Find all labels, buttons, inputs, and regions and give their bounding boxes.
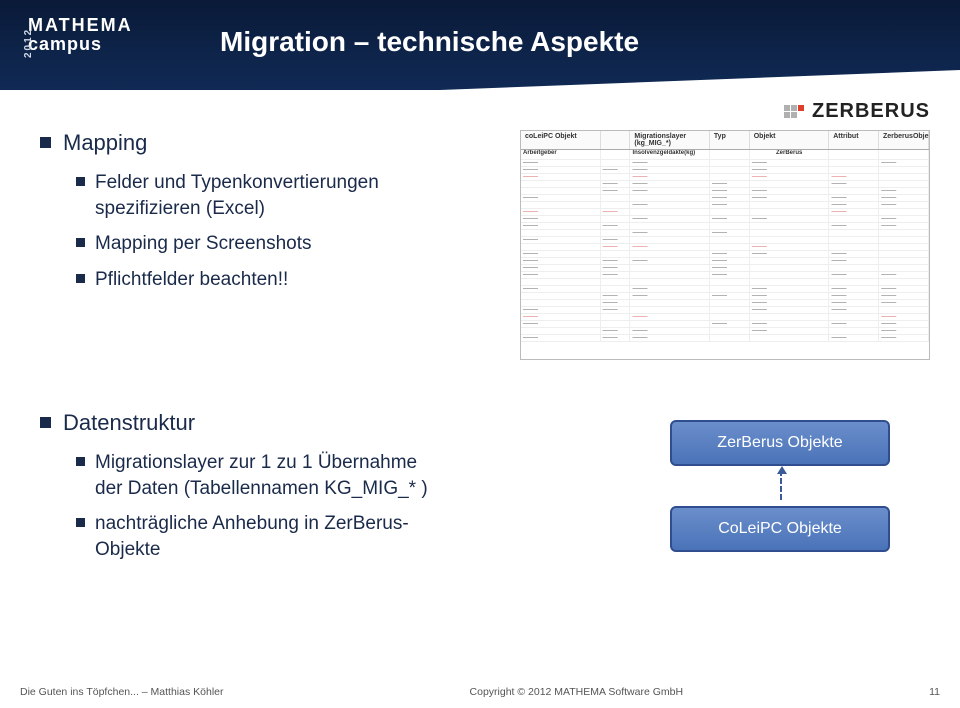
bullet-datastructure-item: nachträgliche Anhebung in ZerBerus-Objek… bbox=[76, 511, 436, 562]
excel-row: ———————————— bbox=[521, 167, 929, 174]
square-bullet-icon bbox=[40, 137, 51, 148]
bullet-text: Felder und Typenkonvertierungen spezifiz… bbox=[95, 170, 436, 221]
excel-row: ——————————————— bbox=[521, 216, 929, 223]
diagram-box-label: CoLeiPC Objekte bbox=[718, 520, 842, 537]
excel-row: ———————————— bbox=[521, 174, 929, 181]
diagram-box-zerberus: ZerBerus Objekte bbox=[670, 420, 890, 466]
bullet-text: Mapping per Screenshots bbox=[95, 231, 312, 257]
square-bullet-icon bbox=[76, 177, 85, 186]
excel-cell: ZerBerus bbox=[750, 150, 830, 159]
excel-row: ————————— bbox=[521, 244, 929, 251]
bullet-mapping-item: Felder und Typenkonvertierungen spezifiz… bbox=[76, 170, 436, 221]
excel-row: ——————————————— bbox=[521, 286, 929, 293]
diagram: ZerBerus Objekte CoLeiPC Objekte bbox=[670, 420, 890, 592]
excel-row: —————— bbox=[521, 237, 929, 244]
excel-row: ————————— bbox=[521, 314, 929, 321]
bullet-mapping-label: Mapping bbox=[63, 130, 147, 156]
excel-row: —————— bbox=[521, 230, 929, 237]
excel-col-header: ZerberusObjekte bbox=[879, 131, 929, 149]
slide-title: Migration – technische Aspekte bbox=[220, 26, 639, 58]
diagram-box-coleipc: CoLeiPC Objekte bbox=[670, 506, 890, 552]
bullet-mapping-item: Pflichtfelder beachten!! bbox=[76, 267, 436, 293]
excel-row: —————————————————— bbox=[521, 293, 929, 300]
footer-center: Copyright © 2012 MATHEMA Software GmbH bbox=[470, 686, 684, 698]
excel-row: ——————————————— bbox=[521, 321, 929, 328]
bullet-text: Pflichtfelder beachten!! bbox=[95, 267, 288, 293]
square-bullet-icon bbox=[76, 457, 85, 466]
excel-row: ——————————————— bbox=[521, 188, 929, 195]
square-bullet-icon bbox=[76, 518, 85, 527]
logo-line2: campus bbox=[28, 35, 133, 54]
brand: ZERBERUS bbox=[784, 100, 930, 123]
square-bullet-icon bbox=[76, 274, 85, 283]
excel-col-header: Typ bbox=[710, 131, 750, 149]
logo: 2012 MATHEMA campus bbox=[28, 16, 133, 54]
excel-col-header: Objekt bbox=[750, 131, 830, 149]
bullet-datastructure-item: Migrationslayer zur 1 zu 1 Übernahme der… bbox=[76, 450, 436, 501]
excel-col-header: Migrationslayer (kg_MIG_*) bbox=[630, 131, 710, 149]
bullet-text: Migrationslayer zur 1 zu 1 Übernahme der… bbox=[95, 450, 436, 501]
logo-year: 2012 bbox=[24, 28, 35, 58]
excel-row: ——————————————— bbox=[521, 272, 929, 279]
excel-row: ———————————— bbox=[521, 181, 929, 188]
excel-row: ———————————— bbox=[521, 300, 929, 307]
footer-left: Die Guten ins Töpfchen... – Matthias Köh… bbox=[20, 686, 224, 698]
square-bullet-icon bbox=[40, 417, 51, 428]
dashed-arrow-up-icon bbox=[780, 470, 782, 500]
excel-cell: Arbeitgeber bbox=[521, 150, 601, 159]
excel-row bbox=[521, 279, 929, 286]
excel-row: ———————————— bbox=[521, 223, 929, 230]
footer-page: 11 bbox=[929, 686, 940, 698]
excel-screenshot: coLeiPC Objekt Migrationslayer (kg_MIG_*… bbox=[520, 130, 930, 360]
bullet-datastructure-label: Datenstruktur bbox=[63, 410, 195, 436]
excel-row: ——————————————— bbox=[521, 195, 929, 202]
excel-col-header: coLeiPC Objekt bbox=[521, 131, 601, 149]
brand-text: ZERBERUS bbox=[812, 100, 930, 123]
footer: Die Guten ins Töpfchen... – Matthias Köh… bbox=[20, 686, 940, 698]
excel-row: ———————————— bbox=[521, 307, 929, 314]
excel-row: ———————————— bbox=[521, 328, 929, 335]
bullet-mapping-item: Mapping per Screenshots bbox=[76, 231, 436, 257]
diagram-box-label: ZerBerus Objekte bbox=[717, 434, 842, 451]
excel-row: ———————————— bbox=[521, 251, 929, 258]
square-bullet-icon bbox=[76, 238, 85, 247]
excel-col-header bbox=[601, 131, 631, 149]
excel-cell: Insolvenzgeldakte(kg) bbox=[630, 150, 710, 159]
bullet-text: nachträgliche Anhebung in ZerBerus-Objek… bbox=[95, 511, 436, 562]
excel-row: ——————————————— bbox=[521, 258, 929, 265]
excel-row: ————————— bbox=[521, 265, 929, 272]
excel-row: ————————— bbox=[521, 209, 929, 216]
excel-row: ———————————— bbox=[521, 160, 929, 167]
excel-row: ——————————————— bbox=[521, 335, 929, 342]
brand-icon bbox=[784, 105, 804, 119]
excel-row: ———————————— bbox=[521, 202, 929, 209]
logo-line1: MATHEMA bbox=[28, 16, 133, 35]
excel-col-header: Attribut bbox=[829, 131, 879, 149]
